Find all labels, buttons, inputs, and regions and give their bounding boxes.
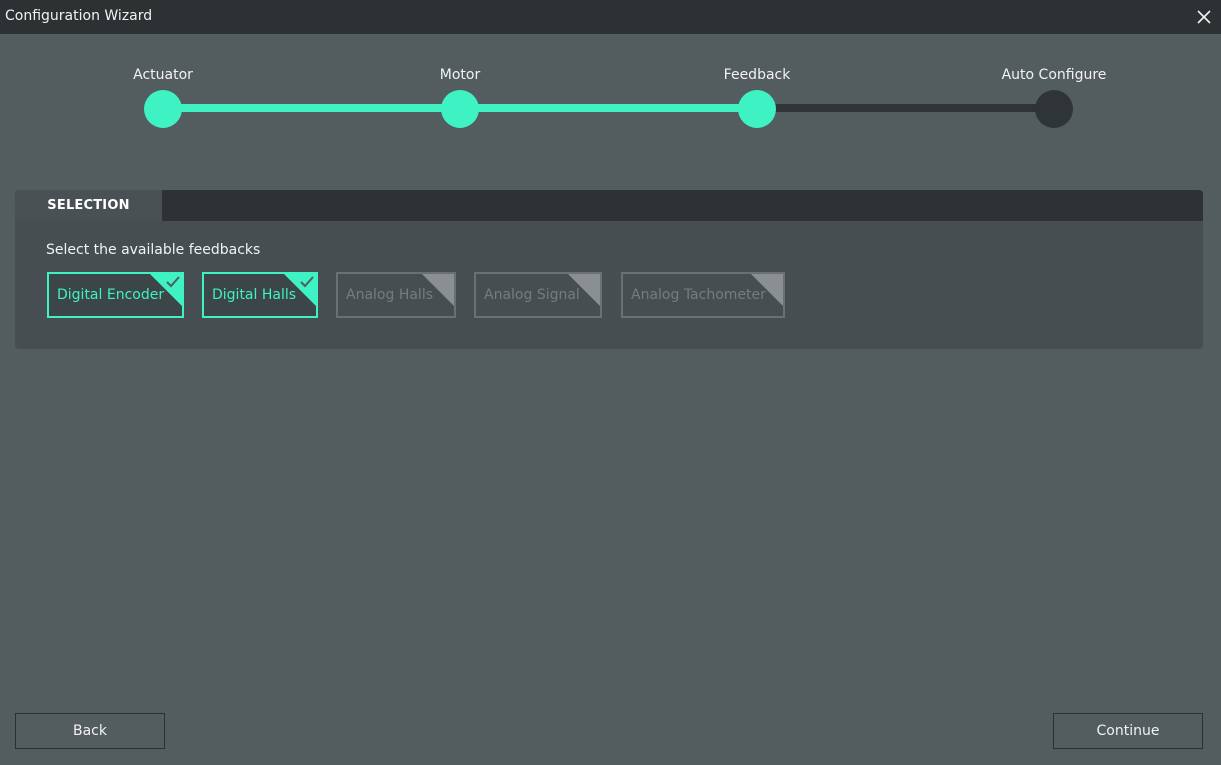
panel-header: SELECTION [15,190,1203,221]
tab-selection[interactable]: SELECTION [15,190,162,221]
close-icon[interactable] [1191,4,1217,30]
option-digital-encoder[interactable]: Digital Encoder [47,272,184,318]
step-dot-motor [441,90,479,128]
progress-track-remaining [758,104,1054,112]
step-dot-actuator [144,90,182,128]
selection-panel: SELECTION Select the available feedbacks… [15,190,1203,349]
corner-marker [751,274,783,306]
corner-marker [568,274,600,306]
option-label: Analog Halls [346,287,434,303]
step-label-auto-configure: Auto Configure [1001,67,1107,83]
option-label: Analog Signal [484,287,580,303]
window-title: Configuration Wizard [5,8,153,24]
selection-instruction: Select the available feedbacks [46,242,261,258]
checkmark-icon [300,276,314,288]
option-analog-signal[interactable]: Analog Signal [474,272,602,318]
title-bar: Configuration Wizard [0,0,1221,34]
step-dot-auto-configure [1035,90,1073,128]
back-button[interactable]: Back [15,713,165,749]
wizard-stepper: Actuator Motor Feedback Auto Configure [0,34,1221,154]
option-label: Analog Tachometer [631,287,766,303]
option-analog-halls[interactable]: Analog Halls [336,272,456,318]
corner-marker [422,274,454,306]
step-dot-feedback [738,90,776,128]
option-label: Digital Encoder [57,287,165,303]
continue-button[interactable]: Continue [1053,713,1203,749]
option-analog-tachometer[interactable]: Analog Tachometer [621,272,785,318]
step-label-feedback: Feedback [723,67,791,83]
option-digital-halls[interactable]: Digital Halls [202,272,318,318]
step-label-actuator: Actuator [133,67,193,83]
step-label-motor: Motor [439,67,481,83]
checkmark-icon [166,276,180,288]
